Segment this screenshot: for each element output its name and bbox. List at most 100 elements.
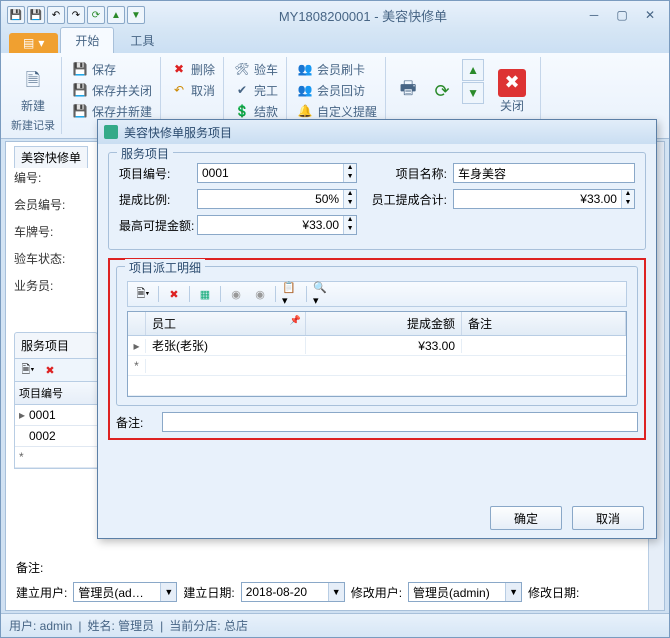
col-note[interactable]: 备注 bbox=[462, 312, 626, 335]
pin-icon[interactable]: 📌 bbox=[290, 315, 301, 326]
maximize-button[interactable]: ▢ bbox=[611, 8, 633, 22]
delete-button[interactable]: ✖删除 bbox=[169, 59, 217, 79]
spin-down-icon[interactable]: ▼ bbox=[344, 199, 356, 208]
tab-start[interactable]: 开始 bbox=[60, 27, 114, 53]
qat-redo-icon[interactable]: ↷ bbox=[67, 6, 85, 24]
spin-up-icon[interactable]: ▲ bbox=[344, 216, 356, 225]
dialog-titlebar[interactable]: 美容快修单服务项目 bbox=[98, 120, 656, 144]
new-button[interactable]: 🗎 新建 bbox=[11, 59, 55, 123]
dt-prev-button[interactable]: ◉ bbox=[251, 285, 269, 303]
max-input[interactable] bbox=[198, 216, 343, 234]
custom-remind-button[interactable]: 🔔自定义提醒 bbox=[295, 101, 379, 121]
file-tab[interactable]: ▤ ▾ bbox=[9, 33, 58, 53]
services-grid: 项目编号 ▸0001 0002 * bbox=[14, 382, 98, 469]
chevron-down-icon[interactable]: ▼ bbox=[160, 583, 176, 601]
modify-user-combo[interactable]: ▼ bbox=[408, 582, 522, 602]
dlg-remark-field[interactable] bbox=[162, 412, 638, 432]
chevron-down-icon[interactable]: ▼ bbox=[328, 583, 344, 601]
minimize-button[interactable]: ─ bbox=[583, 8, 605, 22]
member-card-button[interactable]: 👥会员刷卡 bbox=[295, 59, 379, 79]
dt-delete-button[interactable]: ✖ bbox=[165, 285, 183, 303]
table-row-empty bbox=[128, 376, 626, 396]
dt-paste-button[interactable]: 📋▾ bbox=[282, 285, 300, 303]
table-row-new[interactable]: * bbox=[128, 356, 626, 376]
spin-up-icon[interactable]: ▲ bbox=[344, 164, 356, 173]
detail-toolbar: 🗎▾ ✖ ▦ ◉ ◉ 📋▾ 🔍▾ bbox=[127, 281, 627, 307]
inspect-button[interactable]: 🛠验车 bbox=[232, 59, 280, 79]
col-amount[interactable]: 提成金额 bbox=[306, 312, 462, 335]
save-button[interactable]: 💾保存 bbox=[70, 59, 154, 79]
dt-copy-button[interactable]: ▦ bbox=[196, 285, 214, 303]
tab-tools[interactable]: 工具 bbox=[116, 28, 168, 53]
commission-total-input[interactable] bbox=[454, 190, 621, 208]
proj-name-field[interactable] bbox=[453, 163, 635, 183]
qat-undo-icon[interactable]: ↶ bbox=[47, 6, 65, 24]
cell-employee[interactable]: 老张(老张) bbox=[146, 337, 306, 354]
titlebar: 💾 💾 ↶ ↷ ⟳ ▲ ▼ MY1808200001 - 美容快修单 ─ ▢ ✕ bbox=[1, 1, 669, 29]
ribbon-tab-strip: ▤ ▾ 开始 工具 bbox=[1, 29, 669, 53]
save-close-button[interactable]: 💾保存并关闭 bbox=[70, 80, 154, 100]
complete-button[interactable]: ✔完工 bbox=[232, 80, 280, 100]
nav-up-button[interactable]: ▲ bbox=[462, 59, 484, 81]
service-item-dialog: 美容快修单服务项目 服务项目 项目编号: ▲▼ 项目名称: 提成比例: ▲▼ 员… bbox=[97, 119, 657, 539]
file-menu-icon: ▤ bbox=[23, 36, 34, 50]
refresh-icon: ⟳ bbox=[428, 77, 456, 105]
proj-code-field[interactable]: ▲▼ bbox=[197, 163, 357, 183]
commission-total-field[interactable]: ▲▼ bbox=[453, 189, 635, 209]
proj-name-input[interactable] bbox=[454, 164, 634, 182]
nav-down-button[interactable]: ▼ bbox=[462, 82, 484, 104]
create-date-input[interactable] bbox=[242, 583, 328, 601]
cell-amount[interactable]: ¥33.00 bbox=[306, 339, 462, 353]
table-row[interactable]: ▸ 老张(老张) ¥33.00 bbox=[128, 336, 626, 356]
qat-down-icon[interactable]: ▼ bbox=[127, 6, 145, 24]
dt-search-button[interactable]: 🔍▾ bbox=[313, 285, 331, 303]
status-name: 姓名: 管理员 bbox=[87, 617, 154, 634]
member-visit-button[interactable]: 👥会员回访 bbox=[295, 80, 379, 100]
dlg-remark-input[interactable] bbox=[163, 413, 637, 431]
cancel-button[interactable]: ↶取消 bbox=[169, 80, 217, 100]
refresh-button[interactable]: ⟳ bbox=[428, 59, 456, 123]
spin-down-icon[interactable]: ▼ bbox=[344, 173, 356, 182]
ok-button[interactable]: 确定 bbox=[490, 506, 562, 530]
ratio-field[interactable]: ▲▼ bbox=[197, 189, 357, 209]
qat-refresh-icon[interactable]: ⟳ bbox=[87, 6, 105, 24]
close-doc-button[interactable]: ✖关闭 bbox=[490, 59, 534, 123]
svc-new-button[interactable]: 🗎▾ bbox=[19, 361, 37, 379]
table-row[interactable]: ▸0001 bbox=[15, 405, 97, 426]
settle-button[interactable]: 💲结款 bbox=[232, 101, 280, 121]
ratio-input[interactable] bbox=[198, 190, 343, 208]
spin-up-icon[interactable]: ▲ bbox=[344, 190, 356, 199]
label-salesman: 业务员: bbox=[14, 272, 92, 299]
print-button[interactable]: 🖶 bbox=[394, 59, 422, 123]
max-field[interactable]: ▲▼ bbox=[197, 215, 357, 235]
create-date-combo[interactable]: ▼ bbox=[241, 582, 345, 602]
create-user-combo[interactable]: ▼ bbox=[73, 582, 177, 602]
close-button[interactable]: ✕ bbox=[639, 8, 661, 22]
bell-icon: 🔔 bbox=[297, 103, 313, 119]
spin-up-icon[interactable]: ▲ bbox=[622, 190, 634, 199]
services-tab[interactable]: 服务项目 bbox=[14, 332, 98, 358]
dt-new-button[interactable]: 🗎▾ bbox=[134, 285, 152, 303]
table-row-new[interactable]: * bbox=[15, 447, 97, 468]
chevron-down-icon[interactable]: ▼ bbox=[505, 583, 521, 601]
qat-saveclose-icon[interactable]: 💾 bbox=[27, 6, 45, 24]
main-window: 💾 💾 ↶ ↷ ⟳ ▲ ▼ MY1808200001 - 美容快修单 ─ ▢ ✕… bbox=[0, 0, 670, 638]
save-new-button[interactable]: 💾保存并新建 bbox=[70, 101, 154, 121]
label-create-date: 建立日期: bbox=[183, 584, 234, 601]
spin-down-icon[interactable]: ▼ bbox=[344, 225, 356, 234]
dt-first-button[interactable]: ◉ bbox=[227, 285, 245, 303]
group-new-label: 新建记录 bbox=[5, 116, 61, 134]
spin-down-icon[interactable]: ▼ bbox=[622, 199, 634, 208]
table-row[interactable]: 0002 bbox=[15, 426, 97, 447]
qat-up-icon[interactable]: ▲ bbox=[107, 6, 125, 24]
dlg-cancel-button[interactable]: 取消 bbox=[572, 506, 644, 530]
modify-user-input[interactable] bbox=[409, 583, 505, 601]
proj-code-input[interactable] bbox=[198, 164, 343, 182]
qat-save-icon[interactable]: 💾 bbox=[7, 6, 25, 24]
svc-del-button[interactable]: ✖ bbox=[41, 361, 59, 379]
quick-access-toolbar: 💾 💾 ↶ ↷ ⟳ ▲ ▼ bbox=[1, 6, 151, 24]
group2-title: 项目派工明细 bbox=[125, 259, 205, 276]
create-user-input[interactable] bbox=[74, 583, 160, 601]
group1-title: 服务项目 bbox=[117, 145, 173, 162]
col-employee[interactable]: 员工📌 bbox=[146, 312, 306, 335]
